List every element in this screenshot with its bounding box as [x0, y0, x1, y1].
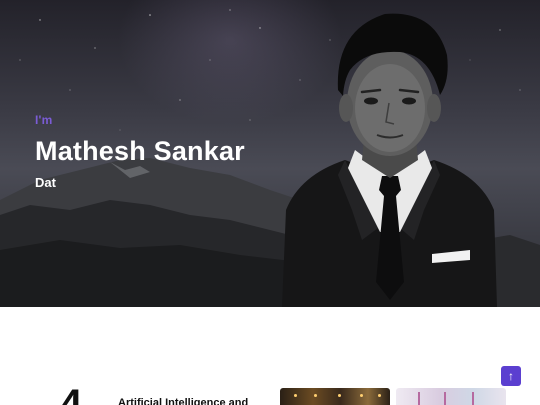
typed-role: Dat — [35, 175, 56, 190]
portfolio-page: I'm Mathesh Sankar Dat 4 Artificial Inte… — [0, 0, 540, 405]
stat-number: 4 — [60, 382, 83, 405]
project-thumbnail[interactable] — [396, 388, 506, 405]
arrow-up-icon: ↑ — [508, 369, 514, 383]
project-thumbnail[interactable] — [280, 388, 390, 405]
hero-text: I'm Mathesh Sankar Dat — [35, 113, 245, 191]
hero-section: I'm Mathesh Sankar Dat — [0, 0, 540, 307]
scroll-to-top-button[interactable]: ↑ — [501, 366, 521, 386]
hero-name: Mathesh Sankar — [35, 136, 245, 166]
course-link[interactable]: Artificial Intelligence and — [118, 397, 248, 405]
intro-label: I'm — [35, 113, 53, 127]
